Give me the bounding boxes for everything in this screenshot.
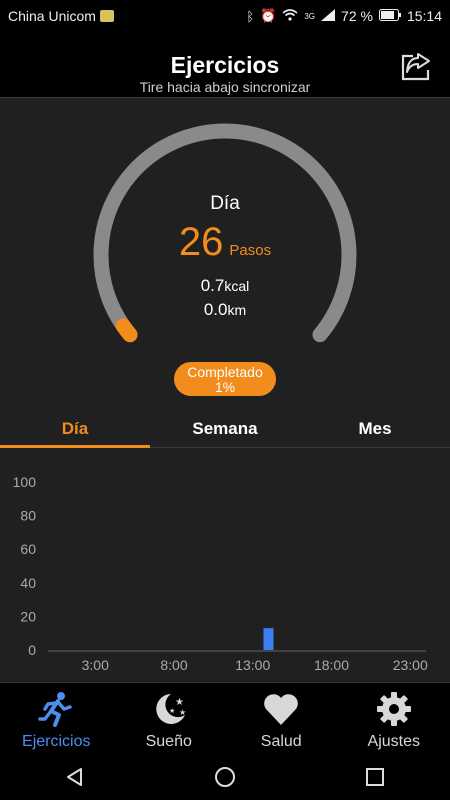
steps-bar [263,628,274,650]
svg-text:★: ★ [175,697,184,708]
nav-ajustes[interactable]: Ajustes [338,683,450,754]
kcal-unit: kcal [224,278,250,294]
bottom-navigation: Ejercicios ★ ★ ★ Sueño Salud Ajustes [0,682,450,754]
completed-badge: Completado 1% [174,362,276,396]
steps-display: 26 Pasos [0,220,450,265]
y-tick-label: 80 [20,508,36,524]
nav-label-salud: Salud [260,733,302,750]
period-label: Día [210,193,240,214]
tab-semana[interactable]: Semana [150,416,300,447]
km-display: 0.0km [0,300,450,320]
nav-label-ejercicios: Ejercicios [22,733,91,750]
y-tick-label: 100 [13,474,37,490]
alarm-icon: ⏰ [260,8,277,23]
page-title: Ejercicios [170,52,280,78]
time-label: 15:14 [406,8,442,24]
tab-dia[interactable]: Día [0,416,150,448]
back-icon[interactable] [64,766,86,788]
svg-text:★: ★ [179,708,186,717]
gear-icon [376,692,411,726]
x-tick-label: 13:00 [235,657,270,673]
heart-icon [264,694,299,725]
carrier-label: China Unicom [8,8,96,24]
period-tabs: Día Semana Mes [0,416,450,448]
status-bar: China Unicom ᛒ ⏰ 3G 72 % 15:14 [0,0,450,32]
x-tick-label: 3:00 [82,657,109,673]
tab-mes[interactable]: Mes [300,416,450,447]
steps-unit: Pasos [229,242,272,259]
km-value: 0.0 [203,300,228,319]
y-tick-label: 20 [20,608,36,624]
y-tick-label: 0 [28,642,36,658]
share-icon [401,53,430,81]
y-tick-label: 60 [20,541,36,557]
signal-icon [321,8,336,24]
nav-salud[interactable]: Salud [225,683,338,754]
nav-label-ajustes: Ajustes [367,733,420,750]
nav-sueno[interactable]: ★ ★ ★ Sueño [113,683,226,754]
battery-label: 72 % [341,8,373,24]
wifi-icon [282,8,298,24]
system-navigation-bar [0,754,450,800]
ring-progress [115,318,138,343]
share-button[interactable] [398,46,436,84]
running-icon [38,692,72,727]
kcal-value: 0.7 [200,276,225,295]
app-header: Ejercicios Tire hacia abajo sincronizar [0,32,450,98]
x-tick-label: 8:00 [160,657,187,673]
steps-chart: 100 80 60 40 20 0 3:00 8:00 13:00 18:00 23:00 [0,448,450,680]
svg-text:★: ★ [169,707,175,715]
recents-icon[interactable] [364,766,386,788]
km-unit: km [227,302,247,318]
x-tick-label: 18:00 [314,657,349,673]
y-tick-label: 40 [20,575,36,591]
nav-label-sueno: Sueño [145,733,192,750]
daily-summary: Día 26 Pasos 0.7kcal 0.0km Completado 1% [0,98,450,416]
completed-label: Completado [187,364,263,380]
x-tick-label: 23:00 [393,657,428,673]
steps-value: 26 [178,220,224,264]
sync-hint: Tire hacia abajo sincronizar [139,79,311,95]
battery-icon [378,8,401,24]
sim-icon [99,10,114,22]
moon-icon: ★ ★ ★ [156,694,186,724]
network-label: 3G [304,11,316,21]
bluetooth-icon: ᛒ [246,8,255,24]
completed-percent: 1% [214,379,236,395]
steps-chart-svg: 100 80 60 40 20 0 3:00 8:00 13:00 18:00 23:00 [13,474,428,673]
kcal-display: 0.7kcal [0,276,450,296]
nav-ejercicios[interactable]: Ejercicios [0,683,113,754]
home-icon[interactable] [214,766,236,788]
